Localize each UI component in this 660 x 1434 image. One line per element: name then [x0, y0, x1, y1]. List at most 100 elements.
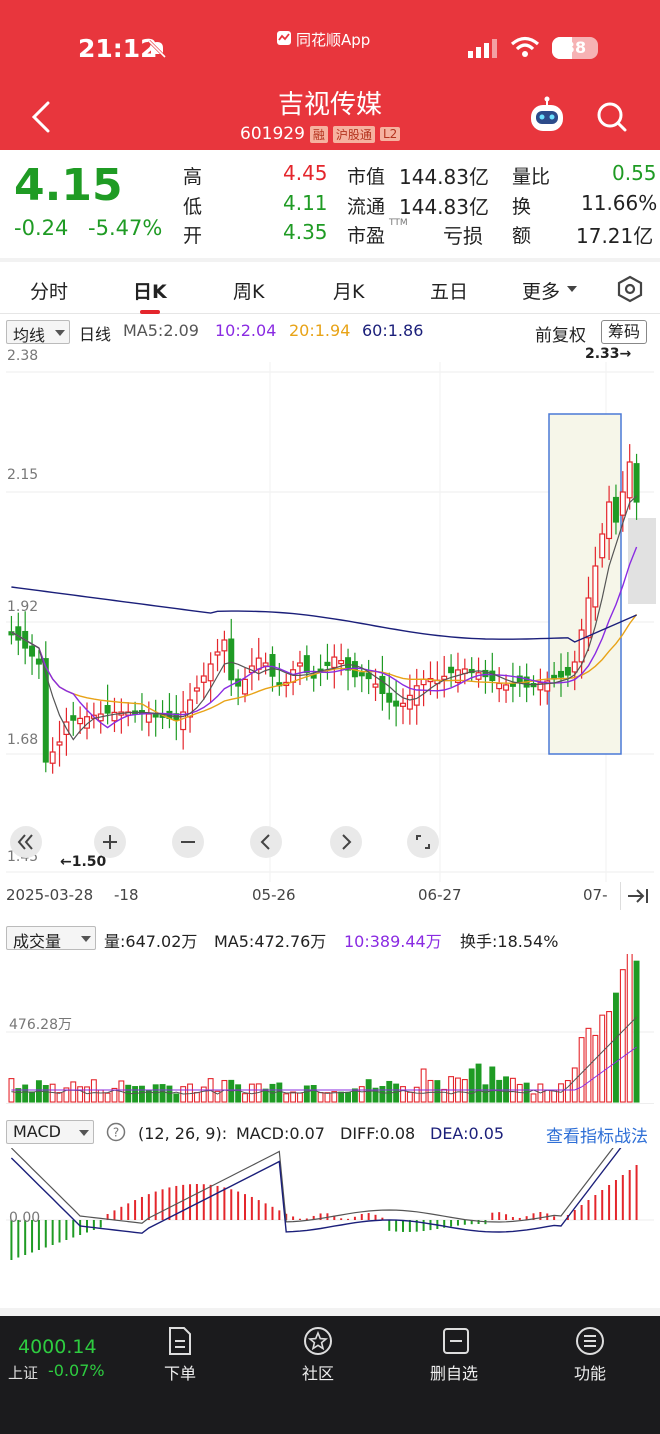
tab-intraday[interactable]: 分时 [30, 277, 68, 304]
chips-button[interactable]: 筹码 [601, 320, 648, 344]
volume-bar [434, 1080, 441, 1103]
volume-bar [633, 960, 640, 1103]
candle-body [331, 656, 338, 669]
pe-value: 亏损 [443, 224, 483, 248]
volume-bar [15, 1088, 22, 1103]
volume-bar [475, 1063, 482, 1103]
tab-monthly-k[interactable]: 月K [333, 277, 364, 304]
candle-body [448, 666, 455, 674]
ai-robot-icon[interactable] [527, 96, 567, 136]
volume-bar [42, 1085, 49, 1103]
nav-functions-label: 功能 [574, 1364, 607, 1383]
date-label-1: 2025-03-28 [6, 886, 94, 904]
volume-bar [386, 1080, 393, 1103]
macd-params: (12, 26, 9): [138, 1124, 228, 1143]
volume-bar [345, 1091, 351, 1103]
move-right-button[interactable] [330, 826, 362, 858]
tab-five-day[interactable]: 五日 [430, 277, 468, 304]
jump-latest-button[interactable] [620, 882, 654, 910]
candle-body [571, 661, 578, 673]
price-axis-label-2: 2.15 [7, 467, 39, 483]
volume-ma5-line [11, 1016, 637, 1095]
candle-body [592, 565, 599, 608]
price-change-pct: -5.47% [88, 216, 163, 240]
float-cap-label: 流通 [347, 196, 386, 218]
community-star-icon [304, 1327, 332, 1355]
chevron-down-icon [81, 936, 91, 942]
volume-bar [283, 1093, 290, 1103]
macd-select-label: MACD [13, 1122, 61, 1141]
volume-bar [97, 1089, 104, 1103]
macd-chart[interactable] [0, 1148, 660, 1304]
candle-body [56, 741, 63, 746]
volume-bar [159, 1084, 166, 1103]
remove-square-icon [443, 1328, 469, 1354]
tab-weekly-k[interactable]: 周K [233, 277, 264, 304]
macd-select[interactable]: MACD [6, 1120, 94, 1144]
candle-body [413, 685, 420, 706]
candle-body [386, 692, 393, 703]
candle-body [372, 683, 379, 688]
document-icon [169, 1327, 191, 1355]
volume-bar [276, 1082, 283, 1103]
tab-more[interactable]: 更多 [522, 277, 560, 304]
volume-bar [242, 1093, 248, 1103]
nav-order[interactable]: 下单 [150, 1324, 210, 1384]
search-icon[interactable] [596, 101, 628, 133]
volume-select[interactable]: 成交量 [6, 926, 96, 951]
zoom-out-button[interactable] [172, 826, 204, 858]
volume-bar [290, 1091, 297, 1103]
volume-bar [139, 1085, 145, 1103]
amount-value: 17.21亿 [576, 224, 654, 248]
svg-text:?: ? [113, 1126, 119, 1140]
minus-icon [181, 841, 195, 843]
pe-ttm-sup: TTM [389, 218, 408, 228]
indicator-select[interactable]: 均线 [6, 320, 70, 345]
volume-bar [592, 1034, 599, 1103]
help-icon[interactable]: ? [106, 1122, 126, 1142]
tab-daily-k[interactable]: 日K [133, 277, 167, 304]
current-price: 4.15 [14, 160, 123, 211]
candle-body [489, 670, 496, 682]
settings-hexagon-icon[interactable] [615, 274, 645, 304]
tag-level2: L2 [379, 127, 401, 141]
dea-value: DEA:0.05 [430, 1124, 505, 1143]
zoom-out-all-button[interactable] [10, 826, 42, 858]
index-value[interactable]: 4000.14 [18, 1336, 97, 1358]
volume-value: 量:647.02万 [104, 932, 198, 951]
volume-bar [578, 1037, 585, 1103]
candle-body [365, 672, 372, 680]
nav-community[interactable]: 社区 [288, 1324, 348, 1384]
volume-axis-label: 476.28万 [9, 1017, 72, 1033]
price-change: -0.24 [14, 216, 69, 240]
volume-bar [77, 1086, 84, 1103]
volume-bar [235, 1084, 242, 1103]
diff-line [10, 1148, 614, 1224]
zoom-in-button[interactable] [94, 826, 126, 858]
nav-remove-watchlist[interactable]: 删自选 [422, 1324, 492, 1384]
fullscreen-button[interactable] [407, 826, 439, 858]
volume-bar [317, 1092, 324, 1103]
candle-body [626, 461, 633, 499]
move-left-button[interactable] [250, 826, 282, 858]
nav-functions[interactable]: 功能 [560, 1324, 620, 1384]
volume-bar [571, 1067, 578, 1103]
volume-bar [193, 1092, 200, 1103]
indicator-strategy-link[interactable]: 查看指标战法 [546, 1122, 648, 1147]
candle-body [324, 661, 331, 667]
volume-bar [90, 1079, 97, 1103]
chart-panel: 均线 日线 MA5:2.09 10:2.04 20:1.94 60:1.86 前… [0, 314, 660, 1308]
candle-body [242, 678, 249, 695]
open-label: 开 [183, 225, 203, 247]
volume-bar [200, 1086, 207, 1103]
candlestick-chart[interactable] [0, 342, 660, 882]
nav-order-label: 下单 [164, 1364, 197, 1383]
nav-remove-watchlist-label: 删自选 [430, 1364, 479, 1383]
candle-body [338, 659, 345, 665]
volume-bar [379, 1086, 386, 1103]
ma60-label: 60:1.86 [362, 321, 424, 340]
volume-chart[interactable] [0, 954, 660, 1104]
candle-body [15, 626, 22, 641]
double-chevron-left-icon [17, 834, 33, 850]
bell-muted-icon [147, 39, 167, 59]
